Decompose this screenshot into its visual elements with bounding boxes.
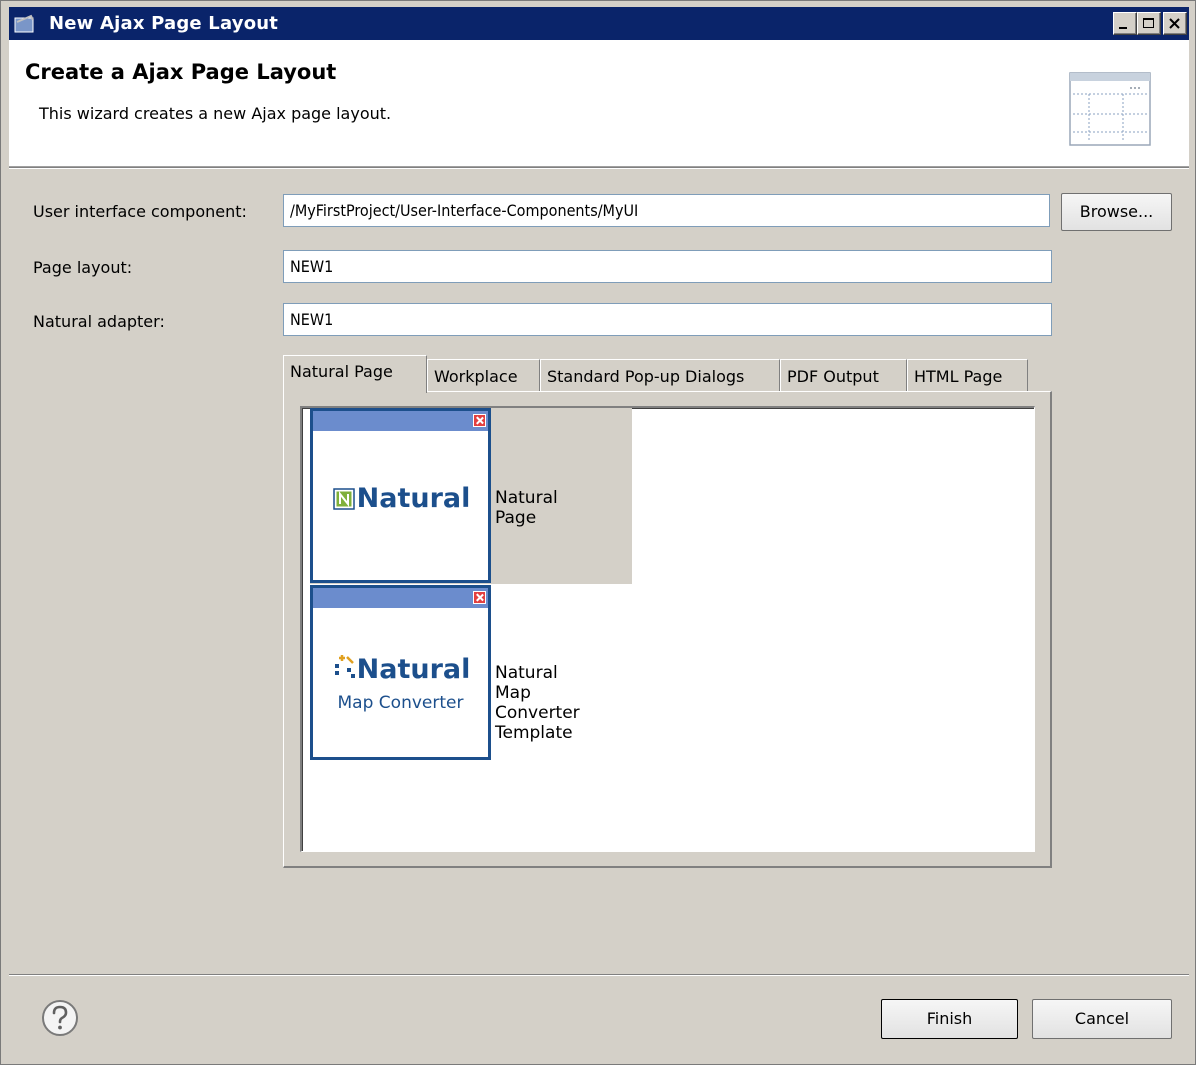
template-label: Natural Map Converter Template [495, 663, 580, 743]
wizard-description: This wizard creates a new Ajax page layo… [39, 104, 392, 123]
maximize-button[interactable] [1137, 12, 1161, 35]
template-brand: Natural [356, 483, 471, 514]
adapter-input[interactable] [283, 303, 1052, 336]
template-brand: Natural [356, 654, 471, 685]
thumbnail-titlebar [313, 411, 488, 431]
close-icon [473, 414, 486, 427]
tab-workplace[interactable]: Workplace [427, 359, 540, 393]
minimize-button[interactable] [1113, 12, 1137, 35]
tab-standard-popup-dialogs[interactable]: Standard Pop-up Dialogs [540, 359, 780, 393]
wizard-header: Create a Ajax Page Layout This wizard cr… [9, 40, 1189, 167]
template-thumbnail: Natural Map Converter [310, 585, 491, 760]
app-icon [14, 14, 34, 33]
page-layout-wizard-icon [1069, 72, 1151, 146]
header-separator [9, 167, 1189, 169]
close-icon [1169, 18, 1180, 29]
title-bar[interactable]: New Ajax Page Layout [9, 7, 1189, 40]
page-layout-input[interactable] [283, 250, 1052, 283]
help-icon[interactable] [41, 999, 79, 1037]
tab-pdf-output[interactable]: PDF Output [780, 359, 907, 393]
template-thumbnail: Natural [310, 408, 491, 583]
template-label: Natural Page [495, 488, 558, 528]
tab-panel: Natural Natural Page Natural Map Convert… [283, 391, 1052, 868]
footer-separator [9, 974, 1189, 976]
window-title: New Ajax Page Layout [49, 13, 279, 34]
wizard-dialog: New Ajax Page Layout Create a Ajax Page … [0, 0, 1196, 1065]
tab-html-page[interactable]: HTML Page [907, 359, 1028, 393]
page-layout-label: Page layout: [33, 258, 133, 277]
thumbnail-titlebar [313, 588, 488, 608]
close-button[interactable] [1163, 12, 1187, 35]
maximize-icon [1143, 18, 1154, 28]
close-icon [473, 591, 486, 604]
adapter-label: Natural adapter: [33, 312, 165, 331]
tab-natural-page[interactable]: Natural Page [283, 355, 427, 393]
minimize-icon [1119, 27, 1127, 29]
cancel-button[interactable]: Cancel [1032, 999, 1172, 1039]
template-list[interactable]: Natural Natural Page Natural Map Convert… [300, 406, 1035, 852]
template-sub-brand: Map Converter [337, 693, 464, 713]
finish-button[interactable]: Finish [881, 999, 1018, 1039]
uic-input[interactable] [283, 194, 1050, 227]
wizard-title: Create a Ajax Page Layout [25, 60, 337, 84]
uic-label: User interface component: [33, 202, 247, 221]
browse-button[interactable]: Browse... [1061, 193, 1172, 231]
